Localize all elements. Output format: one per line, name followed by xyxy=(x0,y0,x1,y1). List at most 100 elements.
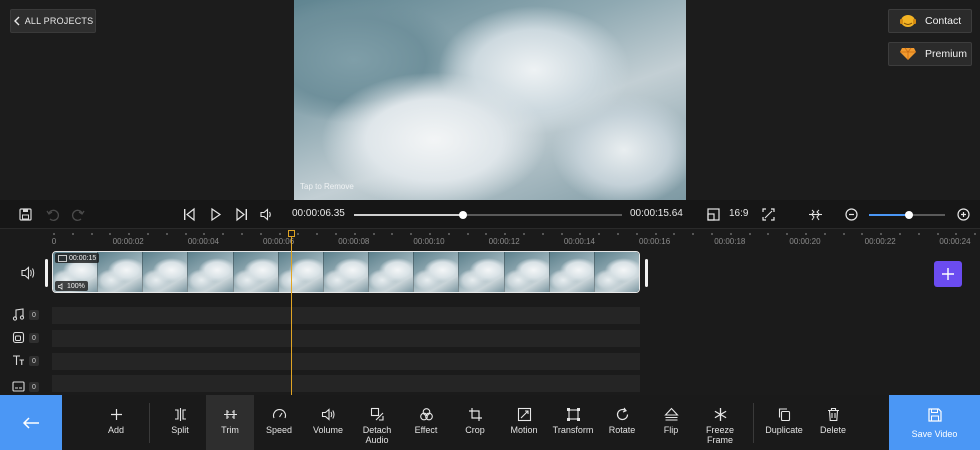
crop-button[interactable]: Crop xyxy=(451,395,499,450)
ruler-tick xyxy=(560,233,563,235)
ruler-tick xyxy=(767,233,770,235)
ruler-tick xyxy=(711,233,713,235)
transform-button[interactable]: Transform xyxy=(549,395,597,450)
zoom-knob[interactable] xyxy=(904,211,913,219)
ruler-tick xyxy=(335,233,337,235)
text-track[interactable] xyxy=(52,353,640,370)
detach-audio-button[interactable]: Detach Audio xyxy=(353,395,401,450)
contact-button[interactable]: Contact xyxy=(888,9,972,33)
ruler-tick xyxy=(410,233,413,235)
ruler-tick xyxy=(429,233,431,235)
duplicate-button[interactable]: Duplicate xyxy=(760,395,808,450)
aspect-ratio-icon[interactable] xyxy=(706,207,721,222)
aspect-ratio-value[interactable]: 16:9 xyxy=(729,208,748,219)
video-preview[interactable]: Tap to Remove xyxy=(294,0,686,200)
back-button[interactable] xyxy=(0,395,62,450)
ruler-tick xyxy=(485,233,488,235)
diamond-icon xyxy=(900,47,916,60)
freeze-frame-button[interactable]: Freeze Frame xyxy=(696,395,744,450)
track-volume-icon[interactable] xyxy=(21,266,36,280)
zoom-out-icon[interactable] xyxy=(844,207,859,222)
ruler-label: 00:00:24 xyxy=(939,237,971,246)
effect-button[interactable]: Effect xyxy=(402,395,450,450)
ruler-tick xyxy=(466,233,469,235)
plus-icon xyxy=(942,268,954,280)
ruler-tick xyxy=(241,233,243,235)
volume-label: Volume xyxy=(312,425,344,435)
clip-trim-handle-left[interactable] xyxy=(45,259,48,287)
volume-button[interactable]: Volume xyxy=(304,395,352,450)
ruler-label: 00:00:20 xyxy=(789,237,821,246)
ruler-tick xyxy=(748,233,751,235)
preview-area: ALL PROJECTS Tap to Remove Contact Premi… xyxy=(0,0,980,200)
ruler-tick xyxy=(222,233,225,235)
player-controls: 00:00:06.35 00:00:15.64 16:9 xyxy=(0,200,980,229)
clip-trim-handle-right[interactable] xyxy=(645,259,648,287)
ruler-tick xyxy=(823,233,826,235)
time-ruler[interactable]: 0 00:00:02 00:00:04 00:00:06 00:00:08 00:00:1… xyxy=(0,229,980,249)
bottom-toolbar: Add Split Trim Speed Volume Detach Audio … xyxy=(0,395,980,450)
delete-button[interactable]: Delete xyxy=(809,395,857,450)
all-projects-label: ALL PROJECTS xyxy=(24,16,94,26)
ruler-tick xyxy=(955,233,958,235)
undo-icon[interactable] xyxy=(45,207,60,222)
split-button[interactable]: Split xyxy=(156,395,204,450)
motion-icon xyxy=(517,407,531,422)
trim-button[interactable]: Trim xyxy=(206,395,254,450)
play-icon[interactable] xyxy=(208,207,223,222)
ruler-tick xyxy=(579,233,582,235)
clip-thumbnail xyxy=(188,252,234,292)
subtitle-track[interactable] xyxy=(52,375,640,392)
fullscreen-icon[interactable] xyxy=(761,207,776,222)
add-tool-button[interactable]: Add xyxy=(92,395,140,450)
playhead-handle[interactable] xyxy=(288,230,295,237)
music-icon xyxy=(12,308,25,321)
music-track[interactable] xyxy=(52,307,640,324)
skip-start-icon[interactable] xyxy=(182,207,197,222)
text-track-count: 0 xyxy=(29,356,39,366)
clip-thumbnail xyxy=(459,252,505,292)
freeze-frame-label: Freeze Frame xyxy=(706,425,734,445)
transform-icon xyxy=(566,408,580,421)
clip-thumbnail xyxy=(504,252,550,292)
save-video-button[interactable]: Save Video xyxy=(889,395,980,450)
save-video-label: Save Video xyxy=(911,429,958,439)
all-projects-button[interactable]: ALL PROJECTS xyxy=(10,9,96,33)
volume-icon[interactable] xyxy=(259,207,274,222)
overlay-track-count: 0 xyxy=(29,333,39,343)
rotate-button[interactable]: Rotate xyxy=(598,395,646,450)
playhead[interactable] xyxy=(291,232,292,395)
duplicate-label: Duplicate xyxy=(765,425,803,435)
flip-button[interactable]: Flip xyxy=(647,395,695,450)
total-time: 00:00:15.64 xyxy=(630,208,683,219)
progress-knob[interactable] xyxy=(458,211,467,219)
timeline[interactable]: 0 00:00:02 00:00:04 00:00:06 00:00:08 00:00:1… xyxy=(0,229,980,395)
ruler-label: 00:00:16 xyxy=(639,237,671,246)
ruler-tick xyxy=(90,233,93,235)
zoom-fill xyxy=(869,214,909,216)
clip-thumbnail xyxy=(323,252,370,292)
video-clip[interactable]: 00:00:15 100% xyxy=(52,251,640,293)
premium-button[interactable]: Premium xyxy=(888,42,972,66)
save-project-icon[interactable] xyxy=(18,207,33,222)
overlay-icon xyxy=(12,331,25,344)
fit-timeline-icon[interactable] xyxy=(808,207,823,222)
watermark-remove-link[interactable]: Tap to Remove xyxy=(300,182,354,191)
zoom-in-icon[interactable] xyxy=(956,207,971,222)
speed-button[interactable]: Speed xyxy=(255,395,303,450)
add-media-button[interactable] xyxy=(934,261,962,287)
clip-thumbnail xyxy=(414,252,460,292)
subtitle-icon xyxy=(12,381,25,392)
clip-thumbnail xyxy=(369,252,415,292)
skip-end-icon[interactable] xyxy=(234,207,249,222)
redo-icon[interactable] xyxy=(71,207,86,222)
clip-thumbnail xyxy=(278,252,324,292)
overlay-track[interactable] xyxy=(52,330,640,347)
split-label: Split xyxy=(171,425,189,435)
motion-button[interactable]: Motion xyxy=(500,395,548,450)
ruler-tick xyxy=(504,233,507,235)
ruler-tick xyxy=(729,233,732,235)
ruler-tick xyxy=(842,233,845,235)
flip-icon xyxy=(663,407,679,421)
transform-label: Transform xyxy=(552,425,594,435)
